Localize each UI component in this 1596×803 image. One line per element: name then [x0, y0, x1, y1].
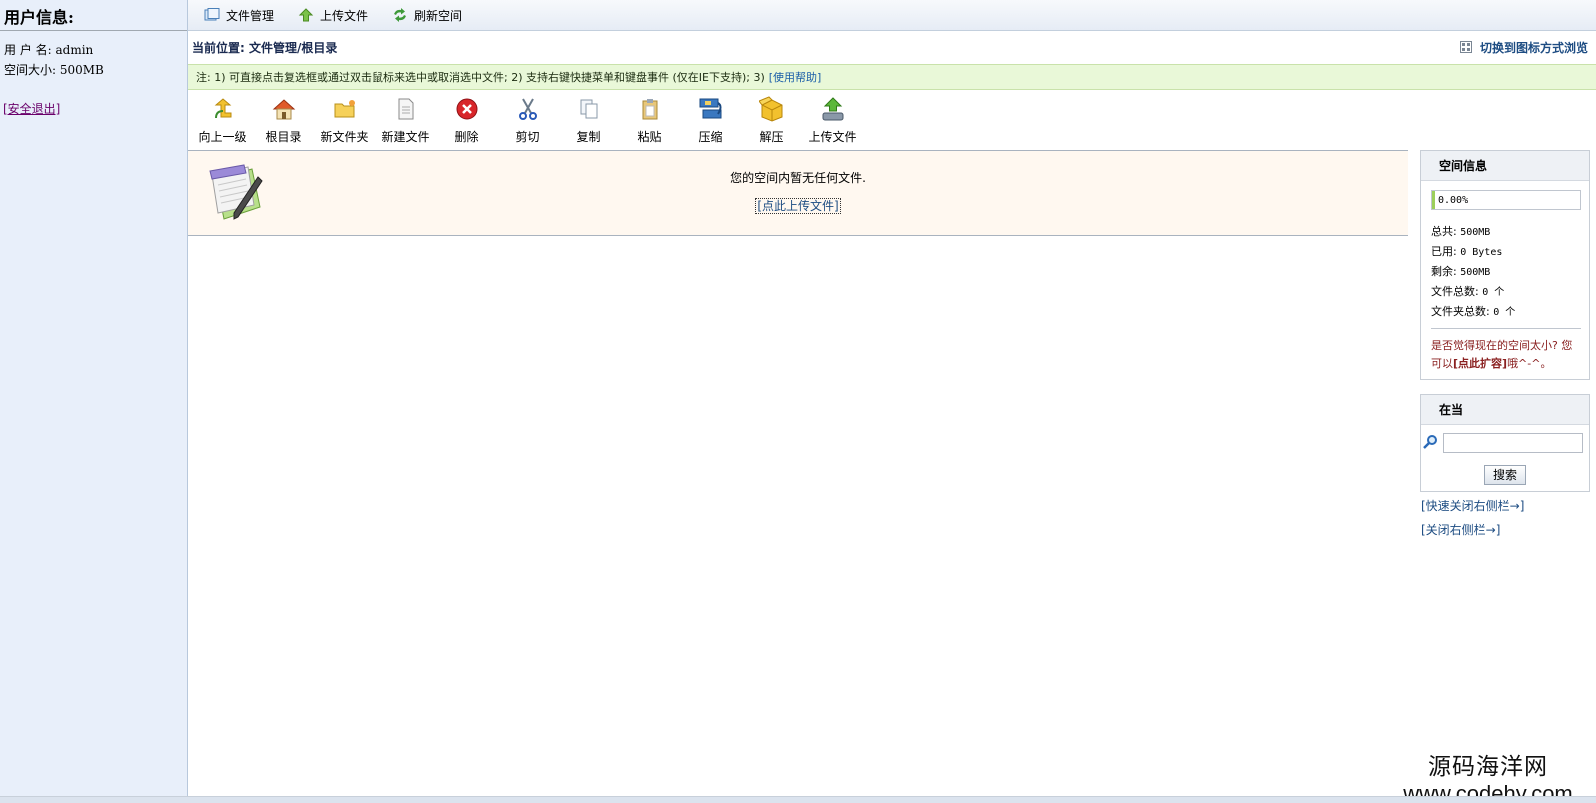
used-value: 0 Bytes: [1460, 247, 1503, 258]
file-count-value: 0 个: [1482, 287, 1505, 298]
space-info-panel: 空间信息 0.00% 总共: 500MB 已用: 0 Bytes 剩余: 500…: [1420, 150, 1590, 380]
tool-delete[interactable]: 删除: [436, 92, 497, 145]
search-panel: 在当 搜索: [1420, 394, 1590, 492]
upload-here-link[interactable]: [点此上传文件]: [755, 198, 841, 214]
note-bar: 注: 1) 可直接点击复选框或通过双击鼠标来选中或取消选中文件; 2) 支持右键…: [188, 64, 1596, 90]
remaining-value: 500MB: [1460, 267, 1491, 278]
tool-copy-label: 复制: [576, 130, 601, 144]
expand-tip: 是否觉得现在的空间太小? 您可以[点此扩容]哦^-^。: [1421, 329, 1589, 373]
nav-upload[interactable]: 上传文件: [298, 7, 368, 24]
empty-message: 您的空间内暂无任何文件.: [730, 171, 866, 185]
bottom-strip: [0, 796, 1596, 803]
cut-icon: [513, 94, 543, 124]
tool-compress-label: 压缩: [698, 130, 723, 144]
new-folder-icon: [330, 94, 360, 124]
folder-count-value: 0 个: [1493, 307, 1516, 318]
tool-up-level-label: 向上一级: [198, 130, 247, 144]
tool-copy[interactable]: 复制: [558, 92, 619, 145]
search-input[interactable]: [1443, 433, 1583, 453]
copy-icon: [574, 94, 604, 124]
paste-icon: [635, 94, 665, 124]
tool-upload[interactable]: 上传文件: [802, 92, 863, 145]
space-info-title: 空间信息: [1421, 151, 1589, 181]
tool-paste[interactable]: 粘贴: [619, 92, 680, 145]
new-file-icon: [391, 94, 421, 124]
username-line: 用 户 名: admin: [4, 43, 94, 57]
top-nav-bar: 文件管理 上传文件 刷新空间: [188, 0, 1596, 31]
close-sidebar-link[interactable]: [关闭右侧栏→]: [1421, 521, 1500, 538]
location-bar: 当前位置: 文件管理/根目录 切换到图标方式浏览: [188, 35, 1596, 59]
compress-icon: [696, 94, 726, 124]
delete-icon: [452, 94, 482, 124]
usage-progress-bar: 0.00%: [1431, 190, 1581, 210]
search-panel-title: 在当: [1421, 395, 1589, 425]
up-level-icon: [208, 94, 238, 124]
space-size-line: 空间大小: 500MB: [4, 63, 104, 77]
remaining-label: 剩余:: [1431, 265, 1457, 278]
search-button[interactable]: 搜索: [1484, 465, 1526, 485]
file-manage-icon: [204, 8, 220, 22]
quick-close-sidebar-link[interactable]: [快速关闭右侧栏→]: [1421, 497, 1524, 514]
tool-new-file-label: 新建文件: [381, 130, 430, 144]
nav-file-manage-label: 文件管理: [226, 8, 275, 23]
switch-view-label: 切换到图标方式浏览: [1479, 40, 1588, 55]
used-label: 已用:: [1431, 245, 1457, 258]
extract-icon: [757, 94, 787, 124]
tool-extract[interactable]: 解压: [741, 92, 802, 145]
tool-root[interactable]: 根目录: [253, 92, 314, 145]
user-info-sidebar: 用户信息: 用 户 名: admin 空间大小: 500MB [安全退出]: [0, 0, 188, 803]
expand-link[interactable]: [点此扩容]: [1453, 357, 1507, 370]
switch-view-link[interactable]: 切换到图标方式浏览: [1459, 39, 1588, 56]
refresh-icon: [392, 8, 408, 22]
tool-extract-label: 解压: [759, 130, 784, 144]
tool-new-folder-label: 新文件夹: [320, 130, 369, 144]
total-label: 总共:: [1431, 225, 1457, 238]
note-text: 注: 1) 可直接点击复选框或通过双击鼠标来选中或取消选中文件; 2) 支持右键…: [196, 71, 765, 84]
file-toolbar: 向上一级 根目录 新文件夹 新建文件 删除 剪切 复制 粘贴 压缩 解压 上传文…: [188, 92, 1408, 148]
nav-refresh-label: 刷新空间: [414, 8, 463, 23]
nav-upload-label: 上传文件: [320, 8, 369, 23]
folder-count-label: 文件夹总数:: [1431, 305, 1490, 318]
tool-new-file[interactable]: 新建文件: [375, 92, 436, 145]
watermark-line1: 源码海洋网: [1428, 754, 1548, 780]
tool-upload-label: 上传文件: [808, 130, 857, 144]
sidebar-title: 用户信息:: [0, 0, 187, 31]
breadcrumb: 当前位置: 文件管理/根目录: [192, 40, 338, 55]
tool-root-label: 根目录: [265, 130, 302, 144]
tool-new-folder[interactable]: 新文件夹: [314, 92, 375, 145]
usage-progress-fill: [1432, 191, 1435, 209]
upload-arrow-icon: [298, 8, 314, 22]
tool-paste-label: 粘贴: [637, 130, 662, 144]
tool-delete-label: 删除: [454, 130, 479, 144]
tool-cut[interactable]: 剪切: [497, 92, 558, 145]
help-link[interactable]: [使用帮助]: [769, 69, 822, 85]
upload-icon: [818, 94, 848, 124]
nav-refresh[interactable]: 刷新空间: [392, 7, 462, 24]
nav-file-manage[interactable]: 文件管理: [204, 7, 274, 24]
user-info-block: 用 户 名: admin 空间大小: 500MB: [0, 31, 187, 80]
total-value: 500MB: [1460, 227, 1491, 238]
tool-compress[interactable]: 压缩: [680, 92, 741, 145]
search-row: [1421, 433, 1589, 453]
watermark: 源码海洋网 www.codehy.com: [1388, 747, 1588, 803]
logout-link[interactable]: [安全退出]: [3, 100, 60, 117]
file-list-empty-panel: 您的空间内暂无任何文件. [点此上传文件]: [188, 150, 1408, 236]
search-icon: [1423, 434, 1439, 453]
tool-cut-label: 剪切: [515, 130, 540, 144]
home-icon: [269, 94, 299, 124]
usage-percent: 0.00%: [1438, 194, 1469, 206]
grid-view-icon: [1459, 41, 1472, 53]
expand-tip-end: 哦^-^。: [1507, 357, 1552, 370]
tool-up-level[interactable]: 向上一级: [192, 92, 253, 145]
space-stats: 总共: 500MB 已用: 0 Bytes 剩余: 500MB 文件总数: 0 …: [1421, 210, 1589, 322]
file-count-label: 文件总数:: [1431, 285, 1479, 298]
